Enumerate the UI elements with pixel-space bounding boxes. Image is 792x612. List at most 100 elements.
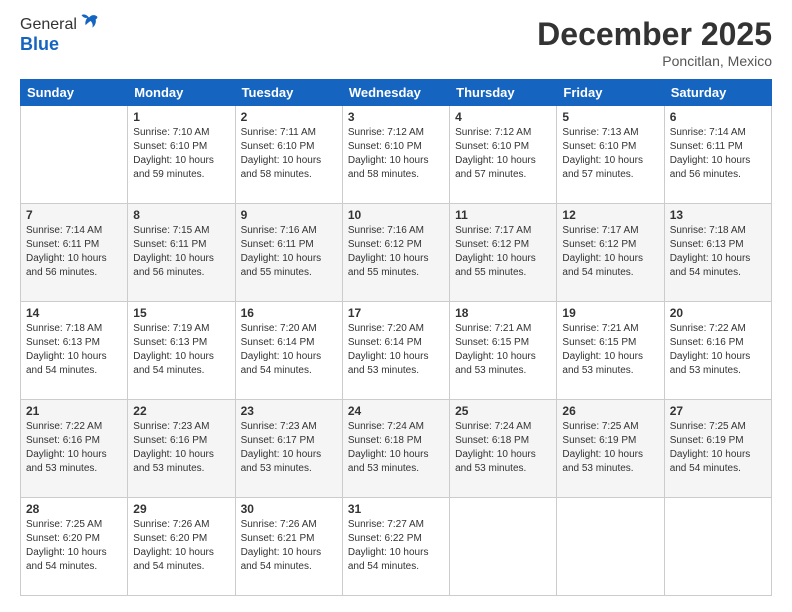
- table-row: [450, 498, 557, 596]
- day-info: Sunrise: 7:10 AM Sunset: 6:10 PM Dayligh…: [133, 126, 229, 182]
- table-row: 21Sunrise: 7:22 AM Sunset: 6:16 PM Dayli…: [21, 400, 128, 498]
- day-number: 16: [241, 306, 337, 320]
- day-info: Sunrise: 7:18 AM Sunset: 6:13 PM Dayligh…: [670, 224, 766, 280]
- table-row: 10Sunrise: 7:16 AM Sunset: 6:12 PM Dayli…: [342, 204, 449, 302]
- table-row: 14 Sunrise: 7:18 AM Sunset: 6:13 PM Dayli…: [21, 302, 128, 400]
- table-row: 25Sunrise: 7:24 AM Sunset: 6:18 PM Dayli…: [450, 400, 557, 498]
- table-row: 3 Sunrise: 7:12 AM Sunset: 6:10 PM Daylig…: [342, 106, 449, 204]
- table-row: 12 Sunrise: 7:17 AM Sunset: 6:12 PM Dayli…: [557, 204, 664, 302]
- day-number: 15: [133, 306, 229, 320]
- day-number: 31: [348, 502, 444, 516]
- day-info: Sunrise: 7:23 AM Sunset: 6:16 PM Dayligh…: [133, 420, 229, 476]
- day-number: 5: [562, 110, 658, 124]
- table-row: 29 Sunrise: 7:26 AM Sunset: 6:20 PM Dayli…: [128, 498, 235, 596]
- table-row: 19 Sunrise: 7:21 AM Sunset: 6:15 PM Dayli…: [557, 302, 664, 400]
- table-row: 11Sunrise: 7:17 AM Sunset: 6:12 PM Dayli…: [450, 204, 557, 302]
- calendar-week-row: 14 Sunrise: 7:18 AM Sunset: 6:13 PM Dayli…: [21, 302, 772, 400]
- day-info: Sunrise: 7:11 AM Sunset: 6:10 PM Dayligh…: [241, 126, 337, 182]
- day-info: Sunrise: 7:24 AM Sunset: 6:18 PM Dayligh…: [348, 420, 444, 476]
- table-row: 30 Sunrise: 7:26 AM Sunset: 6:21 PM Dayli…: [235, 498, 342, 596]
- day-info: Sunrise: 7:17 AM Sunset: 6:12 PM Dayligh…: [455, 224, 551, 280]
- day-info: Sunrise: 7:22 AM Sunset: 6:16 PM Dayligh…: [670, 322, 766, 378]
- table-row: 22 Sunrise: 7:23 AM Sunset: 6:16 PM Dayli…: [128, 400, 235, 498]
- calendar-week-row: 7 Sunrise: 7:14 AM Sunset: 6:11 PM Daylig…: [21, 204, 772, 302]
- table-row: 28 Sunrise: 7:25 AM Sunset: 6:20 PM Dayli…: [21, 498, 128, 596]
- day-info: Sunrise: 7:27 AM Sunset: 6:22 PM Dayligh…: [348, 518, 444, 574]
- day-number: 8: [133, 208, 229, 222]
- day-info: Sunrise: 7:20 AM Sunset: 6:14 PM Dayligh…: [348, 322, 444, 378]
- table-row: 8Sunrise: 7:15 AM Sunset: 6:11 PM Daylig…: [128, 204, 235, 302]
- calendar-table: Sunday Monday Tuesday Wednesday Thursday…: [20, 79, 772, 596]
- calendar-week-row: 28 Sunrise: 7:25 AM Sunset: 6:20 PM Dayli…: [21, 498, 772, 596]
- table-row: 13Sunrise: 7:18 AM Sunset: 6:13 PM Dayli…: [664, 204, 771, 302]
- table-row: 15 Sunrise: 7:19 AM Sunset: 6:13 PM Dayli…: [128, 302, 235, 400]
- col-saturday: Saturday: [664, 80, 771, 106]
- logo-general-text: General: [20, 16, 77, 34]
- day-info: Sunrise: 7:17 AM Sunset: 6:12 PM Dayligh…: [562, 224, 658, 280]
- page: General Blue December 2025 Poncitlan, Me…: [0, 0, 792, 612]
- table-row: 31 Sunrise: 7:27 AM Sunset: 6:22 PM Dayli…: [342, 498, 449, 596]
- day-info: Sunrise: 7:16 AM Sunset: 6:11 PM Dayligh…: [241, 224, 337, 280]
- table-row: 6 Sunrise: 7:14 AM Sunset: 6:11 PM Daylig…: [664, 106, 771, 204]
- table-row: 27Sunrise: 7:25 AM Sunset: 6:19 PM Dayli…: [664, 400, 771, 498]
- table-row: [664, 498, 771, 596]
- day-number: 1: [133, 110, 229, 124]
- day-number: 28: [26, 502, 122, 516]
- table-row: 20Sunrise: 7:22 AM Sunset: 6:16 PM Dayli…: [664, 302, 771, 400]
- day-info: Sunrise: 7:14 AM Sunset: 6:11 PM Dayligh…: [670, 126, 766, 182]
- day-info: Sunrise: 7:25 AM Sunset: 6:19 PM Dayligh…: [562, 420, 658, 476]
- day-number: 24: [348, 404, 444, 418]
- day-number: 9: [241, 208, 337, 222]
- table-row: 9 Sunrise: 7:16 AM Sunset: 6:11 PM Daylig…: [235, 204, 342, 302]
- table-row: 5 Sunrise: 7:13 AM Sunset: 6:10 PM Daylig…: [557, 106, 664, 204]
- day-info: Sunrise: 7:14 AM Sunset: 6:11 PM Dayligh…: [26, 224, 122, 280]
- day-info: Sunrise: 7:19 AM Sunset: 6:13 PM Dayligh…: [133, 322, 229, 378]
- day-info: Sunrise: 7:21 AM Sunset: 6:15 PM Dayligh…: [562, 322, 658, 378]
- calendar-week-row: 1 Sunrise: 7:10 AM Sunset: 6:10 PM Daylig…: [21, 106, 772, 204]
- day-info: Sunrise: 7:18 AM Sunset: 6:13 PM Dayligh…: [26, 322, 122, 378]
- table-row: 2 Sunrise: 7:11 AM Sunset: 6:10 PM Daylig…: [235, 106, 342, 204]
- day-info: Sunrise: 7:25 AM Sunset: 6:20 PM Dayligh…: [26, 518, 122, 574]
- calendar-header-row: Sunday Monday Tuesday Wednesday Thursday…: [21, 80, 772, 106]
- day-number: 14: [26, 306, 122, 320]
- day-number: 4: [455, 110, 551, 124]
- day-number: 29: [133, 502, 229, 516]
- logo: General Blue: [20, 16, 99, 55]
- col-sunday: Sunday: [21, 80, 128, 106]
- day-number: 30: [241, 502, 337, 516]
- day-info: Sunrise: 7:25 AM Sunset: 6:19 PM Dayligh…: [670, 420, 766, 476]
- day-info: Sunrise: 7:12 AM Sunset: 6:10 PM Dayligh…: [348, 126, 444, 182]
- col-thursday: Thursday: [450, 80, 557, 106]
- day-number: 18: [455, 306, 551, 320]
- month-title: December 2025: [537, 16, 772, 53]
- logo-blue-text: Blue: [20, 34, 59, 54]
- day-number: 7: [26, 208, 122, 222]
- calendar-week-row: 21Sunrise: 7:22 AM Sunset: 6:16 PM Dayli…: [21, 400, 772, 498]
- day-number: 6: [670, 110, 766, 124]
- table-row: 1 Sunrise: 7:10 AM Sunset: 6:10 PM Daylig…: [128, 106, 235, 204]
- day-info: Sunrise: 7:22 AM Sunset: 6:16 PM Dayligh…: [26, 420, 122, 476]
- day-number: 2: [241, 110, 337, 124]
- day-number: 3: [348, 110, 444, 124]
- table-row: [21, 106, 128, 204]
- day-info: Sunrise: 7:26 AM Sunset: 6:20 PM Dayligh…: [133, 518, 229, 574]
- day-number: 12: [562, 208, 658, 222]
- logo-bird-icon: [79, 11, 99, 31]
- col-tuesday: Tuesday: [235, 80, 342, 106]
- day-number: 19: [562, 306, 658, 320]
- table-row: 24 Sunrise: 7:24 AM Sunset: 6:18 PM Dayli…: [342, 400, 449, 498]
- day-info: Sunrise: 7:26 AM Sunset: 6:21 PM Dayligh…: [241, 518, 337, 574]
- day-number: 17: [348, 306, 444, 320]
- day-info: Sunrise: 7:16 AM Sunset: 6:12 PM Dayligh…: [348, 224, 444, 280]
- col-friday: Friday: [557, 80, 664, 106]
- day-info: Sunrise: 7:20 AM Sunset: 6:14 PM Dayligh…: [241, 322, 337, 378]
- table-row: 18 Sunrise: 7:21 AM Sunset: 6:15 PM Dayli…: [450, 302, 557, 400]
- table-row: [557, 498, 664, 596]
- day-info: Sunrise: 7:13 AM Sunset: 6:10 PM Dayligh…: [562, 126, 658, 182]
- table-row: 7 Sunrise: 7:14 AM Sunset: 6:11 PM Daylig…: [21, 204, 128, 302]
- day-number: 26: [562, 404, 658, 418]
- day-info: Sunrise: 7:12 AM Sunset: 6:10 PM Dayligh…: [455, 126, 551, 182]
- day-info: Sunrise: 7:21 AM Sunset: 6:15 PM Dayligh…: [455, 322, 551, 378]
- table-row: 17 Sunrise: 7:20 AM Sunset: 6:14 PM Dayli…: [342, 302, 449, 400]
- day-number: 22: [133, 404, 229, 418]
